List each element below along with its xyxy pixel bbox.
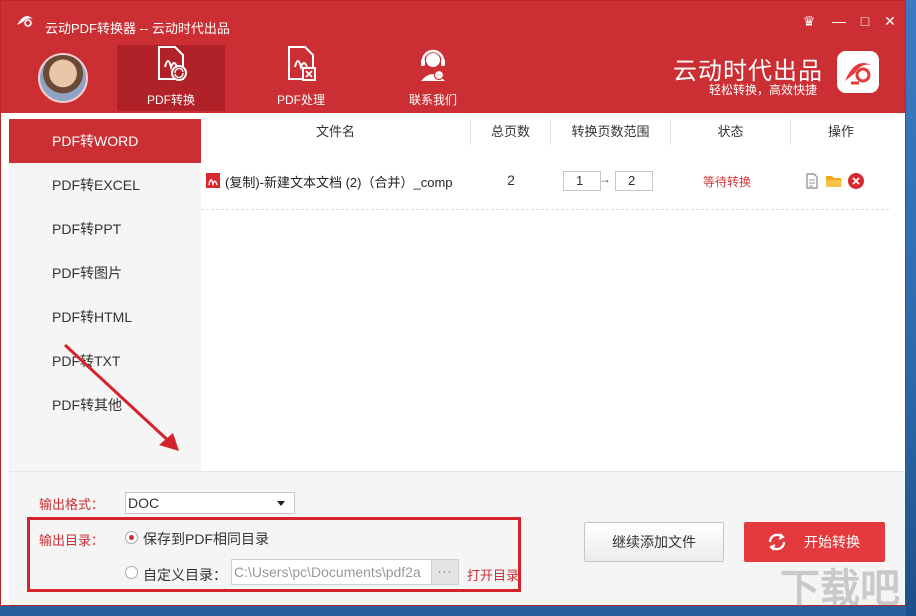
sidebar: PDF转WORD PDF转EXCEL PDF转PPT PDF转图片 PDF转HT… [9,119,201,471]
status-text: 等待转换 [703,175,752,189]
folder-icon[interactable] [825,172,843,190]
brand-block: 云动时代出品 轻松转换，高效快捷 [673,51,823,97]
column-header-filename: 文件名 [201,119,471,145]
maximize-button[interactable]: □ [854,11,876,31]
tab-contact-us[interactable]: ··· 联系我们 [379,45,487,111]
start-convert-label: 开始转换 [804,534,860,550]
watermark-logo: 下载吧 [780,567,900,611]
sidebar-item-pdf-to-txt[interactable]: PDF转TXT [9,339,201,383]
refresh-icon [768,533,786,551]
sidebar-item-pdf-to-word[interactable]: PDF转WORD [9,119,201,163]
app-window: 云动PDF转换器 -- 云动时代出品 ♛ — □ ✕ PDF转换 PDF处理 ·… [0,0,906,606]
sidebar-item-pdf-to-excel[interactable]: PDF转EXCEL [9,163,201,207]
file-name: (复制)-新建文本文档 (2)（合并）_comp [225,175,453,190]
app-logo-icon [17,16,33,27]
pdf-convert-icon [158,46,187,81]
brand-slogan: 轻松转换，高效快捷 [709,83,818,97]
table-header: 文件名 总页数 转换页数范围 状态 操作 [201,119,905,145]
brand-logo-icon [837,51,879,93]
tab-label: PDF转换 [146,93,195,107]
sidebar-item-pdf-to-image[interactable]: PDF转图片 [9,251,201,295]
annotation-highlight-box [27,517,521,592]
output-settings-panel: 输出格式： DOC 输出目录： 保存到PDF相同目录 自定义目录： C:\Use… [9,471,905,605]
column-header-actions: 操作 [827,124,854,139]
sidebar-item-pdf-to-other[interactable]: PDF转其他 [9,383,201,427]
output-format-value: DOC [128,495,160,511]
tab-label: 联系我们 [408,93,457,107]
delete-icon[interactable] [847,172,865,190]
caret-down-icon [277,501,285,506]
range-to-input[interactable]: 2 [615,171,653,191]
pdf-file-icon [206,173,220,188]
row-divider [201,209,889,210]
arrow-right-icon: → [599,172,611,186]
skin-icon[interactable]: ♛ [798,11,820,31]
minimize-button[interactable]: — [828,11,850,31]
tab-pdf-convert[interactable]: PDF转换 [117,45,225,111]
svg-text:···: ··· [436,73,442,80]
column-header-range: 转换页数范围 [551,119,671,145]
add-files-button[interactable]: 继续添加文件 [584,522,724,562]
avatar[interactable] [38,53,88,103]
header-bar: 云动PDF转换器 -- 云动时代出品 ♛ — □ ✕ PDF转换 PDF处理 ·… [1,1,905,113]
output-format-label: 输出格式： [39,497,105,512]
title-bar: 云动PDF转换器 -- 云动时代出品 ♛ — □ ✕ [1,1,905,41]
table-row: (复制)-新建文本文档 (2)（合并）_comp 2 1 → 2 等待转换 [201,159,889,203]
desktop-background [906,0,916,616]
close-button[interactable]: ✕ [879,11,901,31]
page-count: 2 [507,172,515,188]
tab-pdf-process[interactable]: PDF处理 [247,45,355,111]
output-format-select[interactable]: DOC [125,492,295,514]
pdf-process-icon [288,46,316,81]
range-from-input[interactable]: 1 [563,171,601,191]
document-icon[interactable] [803,172,821,190]
sidebar-item-pdf-to-ppt[interactable]: PDF转PPT [9,207,201,251]
window-title: 云动PDF转换器 -- 云动时代出品 [45,21,230,36]
sidebar-item-pdf-to-html[interactable]: PDF转HTML [9,295,201,339]
column-header-status: 状态 [671,119,791,145]
column-header-pages: 总页数 [471,119,551,145]
tab-label: PDF处理 [276,93,325,107]
headset-icon: ··· [421,49,445,81]
